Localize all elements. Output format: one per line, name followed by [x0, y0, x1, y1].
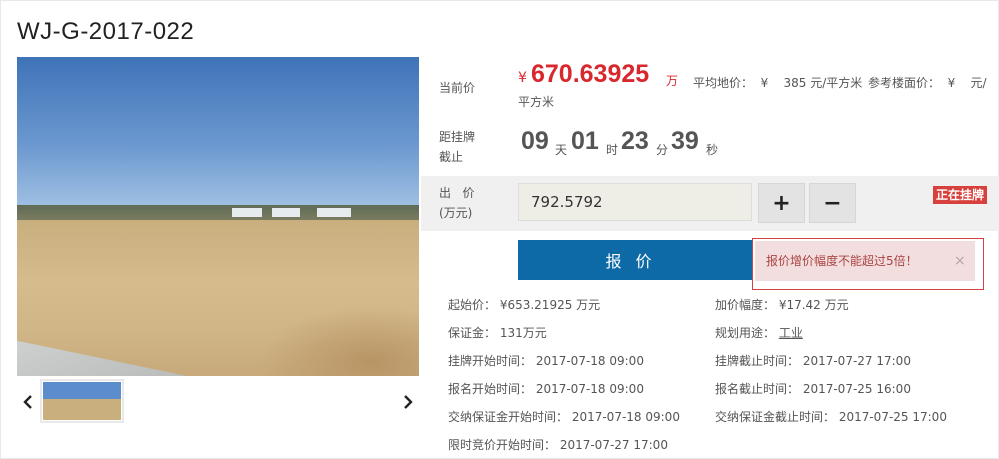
increase-bid-button[interactable]: + [758, 183, 805, 223]
gallery-prev-button[interactable] [18, 392, 38, 412]
deposit-start-time: 交纳保证金开始时间： 2017-07-18 09:00 [448, 410, 680, 424]
countdown-hours-unit: 时 [606, 143, 619, 157]
countdown-days: 09 [521, 127, 549, 155]
alert-message: 报价增价幅度不能超过5倍！ [766, 254, 918, 268]
countdown-seconds: 39 [671, 127, 699, 155]
bid-label-line1: 出 价 [439, 186, 475, 200]
error-alert: 报价增价幅度不能超过5倍！ × [752, 238, 984, 290]
currency-symbol: ¥ [518, 70, 527, 86]
countdown-minutes: 23 [621, 127, 649, 155]
planned-usage: 规划用途： 工业 [715, 324, 803, 341]
chevron-right-icon [404, 395, 413, 409]
countdown-hours: 01 [571, 127, 599, 155]
listing-start-time: 挂牌开始时间： 2017-07-18 09:00 [448, 354, 644, 368]
deposit-amount: 保证金： 131万元 [448, 326, 547, 340]
gallery-thumbnail[interactable] [40, 379, 124, 423]
reference-floor-price: 参考楼面价： ¥ 元/ [868, 76, 987, 90]
signup-end-time: 报名截止时间： 2017-07-25 16:00 [715, 382, 911, 396]
main-photo [17, 57, 419, 376]
price-increment: 加价幅度： ¥17.42 万元 [715, 298, 849, 312]
gallery-next-button[interactable] [398, 392, 418, 412]
submit-quote-button[interactable]: 报价 [518, 240, 753, 280]
average-land-price: 平均地价： ¥ 385 元/平方米 [693, 76, 863, 90]
bid-label-line2: (万元) [439, 206, 473, 220]
page-title: WJ-G-2017-022 [17, 18, 195, 45]
chevron-left-icon [23, 395, 32, 409]
countdown-seconds-unit: 秒 [706, 143, 719, 157]
reference-floor-price-unit: 平方米 [518, 95, 555, 109]
start-price: 起始价： ¥653.21925 万元 [448, 298, 601, 312]
status-badge: 正在挂牌 [933, 186, 988, 204]
current-price-label: 当前价 [439, 81, 476, 95]
auction-start-time: 限时竞价开始时间： 2017-07-27 17:00 [448, 438, 668, 452]
countdown-label-line1: 距挂牌 [439, 130, 476, 144]
listing-end-time: 挂牌截止时间： 2017-07-27 17:00 [715, 354, 911, 368]
deposit-end-time: 交纳保证金截止时间： 2017-07-25 17:00 [715, 410, 947, 424]
close-icon[interactable]: × [954, 241, 966, 281]
countdown-label-line2: 截止 [439, 150, 464, 164]
bid-amount-input[interactable]: 792.5792 [518, 183, 752, 221]
current-price-value: 670.63925 [531, 60, 650, 88]
current-price-unit: 万 [666, 74, 679, 88]
planned-usage-label: 规划用途： [715, 326, 776, 340]
signup-start-time: 报名开始时间： 2017-07-18 09:00 [448, 382, 644, 396]
countdown-minutes-unit: 分 [656, 143, 669, 157]
planned-usage-link[interactable]: 工业 [779, 326, 803, 340]
countdown-days-unit: 天 [555, 143, 568, 157]
decrease-bid-button[interactable]: − [809, 183, 856, 223]
